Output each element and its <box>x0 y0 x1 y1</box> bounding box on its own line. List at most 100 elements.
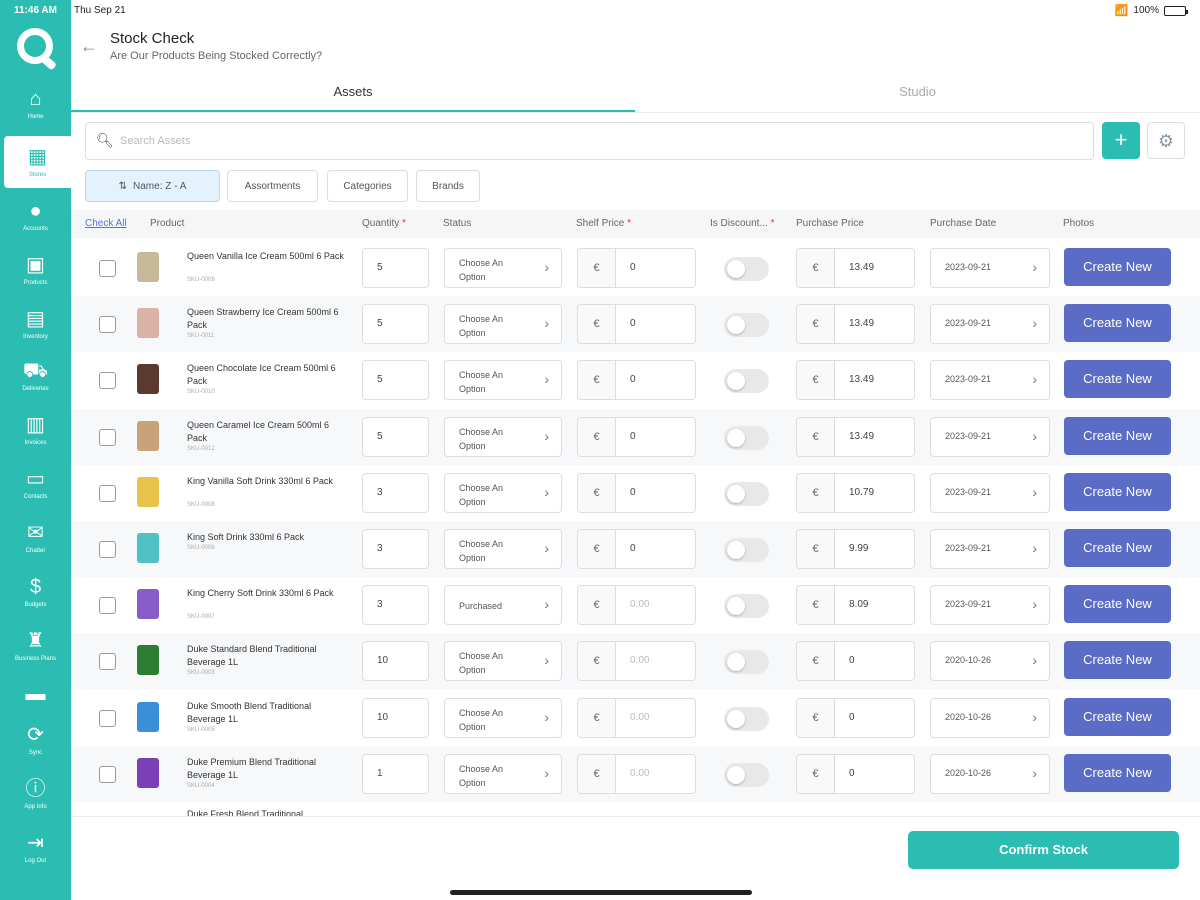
shelf-price-input[interactable]: €0.00 <box>577 697 696 738</box>
search-input[interactable] <box>120 131 1020 151</box>
row-checkbox[interactable] <box>99 260 116 277</box>
sidebar-item-app-info[interactable]: ⓘ App Info <box>0 768 71 820</box>
purchase-date-picker[interactable]: 2023-09-21 › <box>930 472 1050 513</box>
shelf-price-input[interactable]: €0.00 <box>577 753 696 794</box>
discount-toggle[interactable] <box>724 257 769 281</box>
status-select[interactable]: Choose An Option › <box>444 304 562 345</box>
row-checkbox[interactable] <box>99 372 116 390</box>
quantity-input[interactable]: 1 <box>362 753 429 794</box>
create-new-button[interactable]: Create New <box>1064 304 1171 343</box>
discount-toggle[interactable] <box>724 481 769 506</box>
create-new-button[interactable]: Create New <box>1064 697 1171 736</box>
shelf-price-input[interactable]: €0 <box>577 472 696 513</box>
row-checkbox[interactable] <box>99 765 116 783</box>
discount-toggle[interactable] <box>724 762 769 787</box>
row-checkbox[interactable] <box>99 709 116 727</box>
status-select[interactable]: Choose An Option › <box>444 248 562 288</box>
purchase-date-picker[interactable]: 2023-09-21 › <box>930 248 1050 288</box>
discount-toggle[interactable] <box>724 369 769 394</box>
sidebar-item-products[interactable]: ▣ Products <box>0 244 71 296</box>
purchase-date-picker[interactable]: 2020-10-26 › <box>930 697 1050 738</box>
shelf-price-input[interactable]: €0 <box>577 416 696 457</box>
create-new-button[interactable]: Create New <box>1064 248 1171 286</box>
status-select[interactable]: Choose An Option › <box>444 529 562 569</box>
discount-toggle[interactable] <box>724 425 769 450</box>
tab-assets[interactable]: Assets <box>71 84 635 112</box>
sort-chip[interactable]: ⇅ Name: Z - A <box>85 170 220 202</box>
quantity-input[interactable]: 3 <box>362 529 429 569</box>
row-checkbox[interactable] <box>99 653 116 671</box>
sidebar-item-log-out[interactable]: ⇥ Log Out <box>0 822 71 874</box>
sidebar-item-deliveries[interactable]: ⛟ Deliveries <box>0 350 71 402</box>
quantity-input[interactable]: 5 <box>362 304 429 345</box>
sidebar-item-inventory[interactable]: ▤ Inventory <box>0 298 71 350</box>
purchase-price-input[interactable]: €13.49 <box>796 360 915 401</box>
create-new-button[interactable]: Create New <box>1064 641 1171 680</box>
sidebar-item-home[interactable]: ⌂ Home <box>0 78 71 130</box>
status-select[interactable]: Choose An Option › <box>444 360 562 401</box>
assortments-chip[interactable]: Assortments <box>227 170 318 202</box>
create-new-button[interactable]: Create New <box>1064 472 1171 511</box>
check-all-link[interactable]: Check All <box>85 218 127 229</box>
gear-icon[interactable]: ⚙ <box>1147 122 1185 159</box>
discount-toggle[interactable] <box>724 650 769 675</box>
sidebar-item-stores[interactable]: ▦ Stores <box>4 136 71 188</box>
discount-toggle[interactable] <box>724 594 769 619</box>
status-select[interactable]: Choose An Option › <box>444 416 562 457</box>
create-new-button[interactable]: Create New <box>1064 753 1171 792</box>
brands-chip[interactable]: Brands <box>416 170 480 202</box>
quantity-input[interactable]: 10 <box>362 697 429 738</box>
quantity-input[interactable]: 3 <box>362 472 429 513</box>
purchase-price-input[interactable]: €0 <box>796 641 915 682</box>
row-checkbox[interactable] <box>99 316 116 334</box>
confirm-stock-button[interactable]: Confirm Stock <box>908 831 1179 869</box>
shelf-price-input[interactable]: €0.00 <box>577 585 696 626</box>
purchase-date-picker[interactable]: 2023-09-21 › <box>930 529 1050 569</box>
purchase-price-input[interactable]: €10.79 <box>796 472 915 513</box>
sidebar-item-business-plans[interactable]: ♜ Business Plans <box>0 620 71 672</box>
purchase-date-picker[interactable]: 2020-10-26 › <box>930 753 1050 794</box>
purchase-price-input[interactable]: €8.09 <box>796 585 915 626</box>
search-bar[interactable]: 🔍︎ <box>85 122 1094 160</box>
add-button[interactable]: + <box>1102 122 1140 159</box>
quantity-input[interactable]: 3 <box>362 585 429 626</box>
purchase-price-input[interactable]: €0 <box>796 753 915 794</box>
status-select[interactable]: Choose An Option › <box>444 753 562 794</box>
status-select[interactable]: Purchased › <box>444 585 562 626</box>
create-new-button[interactable]: Create New <box>1064 529 1171 567</box>
shelf-price-input[interactable]: €0 <box>577 529 696 569</box>
purchase-date-picker[interactable]: 2023-09-21 › <box>930 360 1050 401</box>
row-checkbox[interactable] <box>99 484 116 502</box>
quantity-input[interactable]: 10 <box>362 641 429 682</box>
shelf-price-input[interactable]: €0.00 <box>577 641 696 682</box>
sidebar-item-contacts[interactable]: ▭ Contacts <box>0 458 71 510</box>
purchase-price-input[interactable]: €9.99 <box>796 529 915 569</box>
create-new-button[interactable]: Create New <box>1064 585 1171 624</box>
sidebar-item-budgets[interactable]: $ Budgets <box>0 566 71 618</box>
row-checkbox[interactable] <box>99 597 116 615</box>
quantity-input[interactable]: 5 <box>362 248 429 288</box>
quantity-input[interactable]: 5 <box>362 360 429 401</box>
purchase-price-input[interactable]: €0 <box>796 697 915 738</box>
create-new-button[interactable]: Create New <box>1064 360 1171 399</box>
purchase-date-picker[interactable]: 2020-10-26 › <box>930 641 1050 682</box>
purchase-date-picker[interactable]: 2023-09-21 › <box>930 416 1050 457</box>
discount-toggle[interactable] <box>724 706 769 731</box>
shelf-price-input[interactable]: €0 <box>577 248 696 288</box>
tab-studio[interactable]: Studio <box>635 84 1200 112</box>
sidebar-item-sync[interactable]: ⟳ Sync <box>0 714 71 766</box>
purchase-date-picker[interactable]: 2023-09-21 › <box>930 304 1050 345</box>
status-select[interactable]: Choose An Option › <box>444 697 562 738</box>
purchase-price-input[interactable]: €13.49 <box>796 304 915 345</box>
sidebar-item-invoices[interactable]: ▥ Invoices <box>0 404 71 456</box>
purchase-date-picker[interactable]: 2023-09-21 › <box>930 585 1050 626</box>
purchase-price-input[interactable]: €13.49 <box>796 248 915 288</box>
row-checkbox[interactable] <box>99 428 116 446</box>
row-checkbox[interactable] <box>99 541 116 558</box>
back-arrow-icon[interactable]: ← <box>80 36 98 57</box>
quantity-input[interactable]: 5 <box>362 416 429 457</box>
sidebar-item-accounts[interactable]: ● Accounts <box>0 190 71 242</box>
shelf-price-input[interactable]: €0 <box>577 360 696 401</box>
discount-toggle[interactable] <box>724 538 769 562</box>
purchase-price-input[interactable]: €13.49 <box>796 416 915 457</box>
